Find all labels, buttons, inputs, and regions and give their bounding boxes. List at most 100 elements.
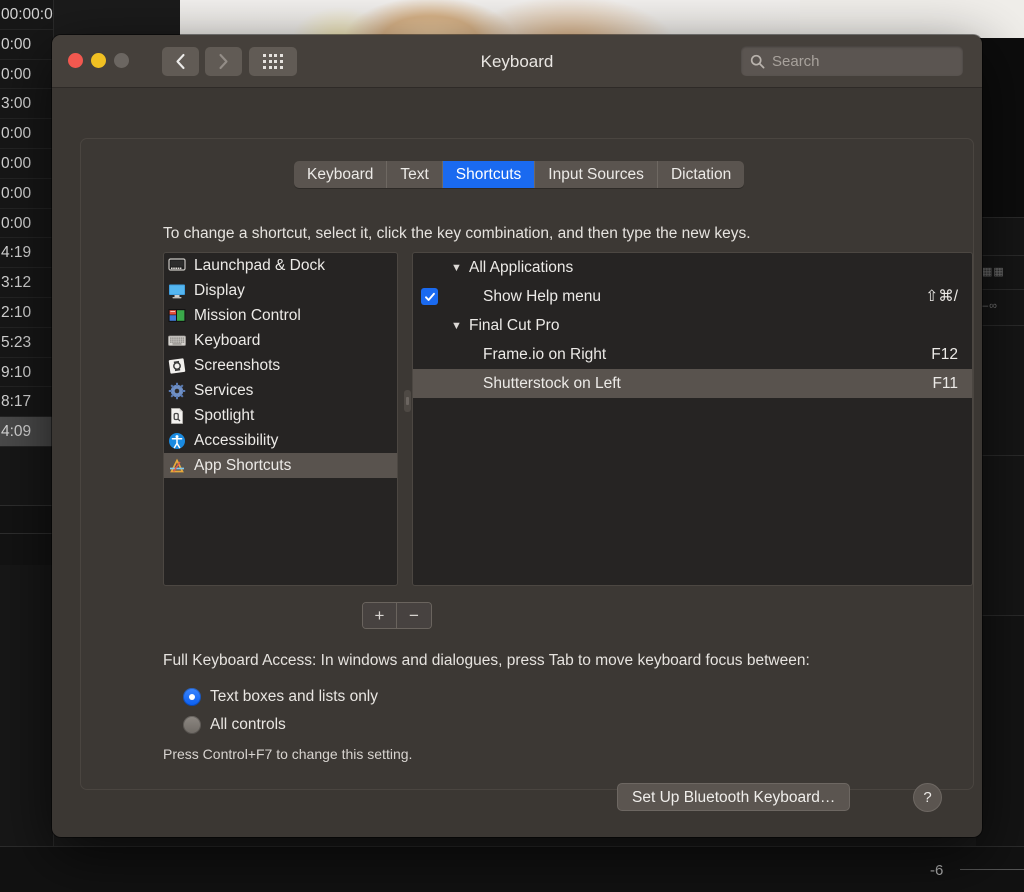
tab-keyboard[interactable]: Keyboard xyxy=(294,161,388,188)
tab-dictation[interactable]: Dictation xyxy=(658,161,744,188)
category-list[interactable]: Launchpad & Dock Display Mission Control Ke… xyxy=(163,252,398,586)
add-shortcut-button[interactable]: + xyxy=(363,603,397,628)
background-infinity-label: –∞ xyxy=(982,300,998,312)
background-right-filler xyxy=(800,0,1024,38)
radio-label-all-controls: All controls xyxy=(210,716,286,733)
radio-option-all-controls[interactable]: All controls xyxy=(183,716,286,734)
tab-input-sources[interactable]: Input Sources xyxy=(535,161,658,188)
background-right-seg-3: ▦▦ xyxy=(976,256,1024,290)
disclosure-triangle-icon[interactable]: ▼ xyxy=(451,320,469,332)
background-right-seg-5 xyxy=(976,326,1024,456)
instruction-text: To change a shortcut, select it, click t… xyxy=(163,225,751,242)
sidebar-item-launchpad-dock[interactable]: Launchpad & Dock xyxy=(164,253,397,278)
background-right-panel: ▦▦ –∞ xyxy=(976,38,1024,892)
timecode-row: 0:00 xyxy=(0,60,53,90)
screenshots-icon xyxy=(168,357,186,375)
app-shortcuts-icon xyxy=(168,457,186,475)
sidebar-item-label: Services xyxy=(194,381,254,399)
background-toggle-icon: ▦▦ xyxy=(982,266,1005,278)
sidebar-item-label: Screenshots xyxy=(194,356,281,374)
background-right-seg-4: –∞ xyxy=(976,290,1024,326)
timecode-row: 8:17 xyxy=(0,387,53,418)
remove-shortcut-button[interactable]: − xyxy=(397,603,431,628)
background-right-seg-6 xyxy=(976,456,1024,616)
services-gear-icon xyxy=(168,382,186,400)
shortcut-key-combination[interactable]: ⇧⌘/ xyxy=(925,287,958,306)
background-right-seg-2 xyxy=(976,218,1024,256)
preference-tabs: Keyboard Text Shortcuts Input Sources Dictat… xyxy=(294,161,745,188)
shortcut-key-combination[interactable]: F11 xyxy=(932,375,958,393)
timecode-row: 4:09 xyxy=(0,417,53,447)
sidebar-item-accessibility[interactable]: Accessibility xyxy=(164,428,397,453)
sidebar-item-mission-control[interactable]: Mission Control xyxy=(164,303,397,328)
accessibility-icon xyxy=(168,432,186,450)
radio-label-text-boxes: Text boxes and lists only xyxy=(210,688,379,705)
mission-control-icon xyxy=(168,307,186,325)
shortcut-checkbox[interactable] xyxy=(421,288,438,305)
help-button[interactable]: ? xyxy=(913,783,942,812)
timecode-column: 00:00:0 0:00 0:00 3:00 0:00 0:00 0:00 0:00 4:19 3… xyxy=(0,0,54,892)
timecode-row: 9:10 xyxy=(0,358,53,388)
timecode-row: 0:00 xyxy=(0,30,53,60)
timecode-row: 5:23 xyxy=(0,328,53,358)
shortcut-lists: Launchpad & Dock Display Mission Control Ke… xyxy=(163,252,973,586)
window-titlebar: Keyboard Search xyxy=(52,35,982,88)
checkmark-icon xyxy=(424,292,435,301)
sidebar-item-label: Keyboard xyxy=(194,331,261,349)
tab-shortcuts[interactable]: Shortcuts xyxy=(442,161,536,188)
list-edit-buttons: + − xyxy=(362,602,432,629)
sidebar-item-services[interactable]: Services xyxy=(164,378,397,403)
sidebar-item-screenshots[interactable]: Screenshots xyxy=(164,353,397,378)
timecode-row: 0:00 xyxy=(0,179,53,209)
full-keyboard-access-label: Full Keyboard Access: In windows and dia… xyxy=(163,652,810,669)
timecode-row: 3:12 xyxy=(0,268,53,298)
background-strip-1 xyxy=(0,505,52,533)
keyboard-icon xyxy=(168,332,186,350)
tab-text[interactable]: Text xyxy=(387,161,443,188)
radio-button-unselected-icon xyxy=(183,716,201,734)
background-video-preview xyxy=(180,0,800,38)
sidebar-item-app-shortcuts[interactable]: App Shortcuts xyxy=(164,453,397,478)
search-icon xyxy=(750,54,765,68)
background-right-seg-1 xyxy=(976,38,1024,218)
shortcut-group-row[interactable]: ▼ All Applications xyxy=(413,253,972,282)
shortcut-list[interactable]: ▼ All Applications Show Help menu ⇧⌘/▼ Final… xyxy=(412,252,973,586)
sidebar-item-display[interactable]: Display xyxy=(164,278,397,303)
shortcut-label: Shutterstock on Left xyxy=(483,374,621,392)
timecode-row: 2:10 xyxy=(0,298,53,328)
shortcut-row[interactable]: Show Help menu ⇧⌘/ xyxy=(413,282,972,311)
shortcut-group-row[interactable]: ▼ Final Cut Pro xyxy=(413,311,972,340)
search-field[interactable]: Search xyxy=(741,46,963,76)
sidebar-item-label: Launchpad & Dock xyxy=(194,256,325,274)
sidebar-item-keyboard[interactable]: Keyboard xyxy=(164,328,397,353)
timecode-column-secondary xyxy=(54,0,72,38)
background-strip-2 xyxy=(0,533,52,565)
sidebar-item-label: Mission Control xyxy=(194,306,301,324)
list-splitter-handle[interactable] xyxy=(404,390,411,412)
sidebar-item-label: Display xyxy=(194,281,245,299)
search-placeholder: Search xyxy=(772,52,820,70)
radio-option-text-boxes[interactable]: Text boxes and lists only xyxy=(183,688,378,706)
radio-button-selected-icon xyxy=(183,688,201,706)
disclosure-triangle-icon[interactable]: ▼ xyxy=(451,262,469,274)
shortcut-label: Show Help menu xyxy=(483,287,602,305)
background-bottom-bar: -6 xyxy=(0,846,1024,892)
preferences-panel: Keyboard Text Shortcuts Input Sources Dictat… xyxy=(80,138,974,790)
timecode-row: 4:19 xyxy=(0,238,53,269)
timecode-row: 0:00 xyxy=(0,119,53,149)
shortcut-row[interactable]: Shutterstock on Left F11 xyxy=(413,369,972,398)
timecode-row: 0:00 xyxy=(0,209,53,239)
shortcut-group-label: All Applications xyxy=(469,258,574,276)
display-icon xyxy=(168,282,186,300)
setup-bluetooth-keyboard-button[interactable]: Set Up Bluetooth Keyboard… xyxy=(617,783,851,811)
sidebar-item-label: Accessibility xyxy=(194,431,279,449)
timecode-row: 0:00 xyxy=(0,149,53,179)
spotlight-icon xyxy=(168,407,186,425)
keyboard-preferences-window: Keyboard Search Keyboard Text Shortcuts Inp… xyxy=(52,35,982,837)
sidebar-item-spotlight[interactable]: Spotlight xyxy=(164,403,397,428)
shortcut-key-combination[interactable]: F12 xyxy=(931,346,958,364)
shortcut-group-label: Final Cut Pro xyxy=(469,316,560,334)
timecode-row: 3:00 xyxy=(0,89,53,120)
full-keyboard-access-note: Press Control+F7 to change this setting. xyxy=(163,746,413,762)
shortcut-row[interactable]: Frame.io on Right F12 xyxy=(413,340,972,369)
